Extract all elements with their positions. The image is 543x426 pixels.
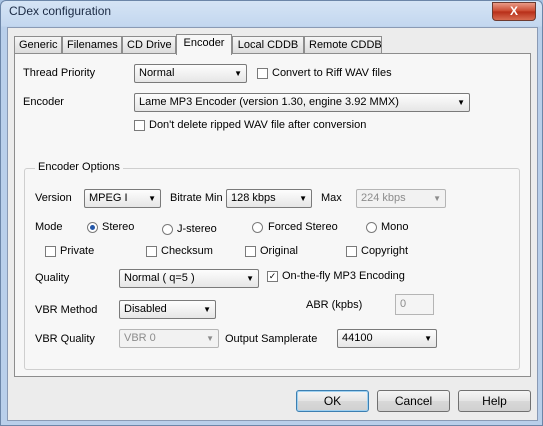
- vbr-quality-value: VBR 0: [124, 332, 156, 344]
- thread-priority-value: Normal: [139, 67, 175, 79]
- on-the-fly-checkbox[interactable]: ✓: [267, 271, 278, 282]
- cancel-button[interactable]: Cancel: [377, 390, 450, 412]
- original-checkbox[interactable]: [245, 246, 256, 257]
- chevron-down-icon: ▼: [457, 98, 465, 107]
- version-label: Version: [35, 192, 72, 204]
- chevron-down-icon: ▼: [234, 69, 242, 78]
- bitrate-min-label: Bitrate Min: [170, 192, 223, 204]
- abr-label: ABR (kpbs): [306, 299, 363, 311]
- quality-select[interactable]: Normal ( q=5 ) ▼: [119, 269, 259, 288]
- vbr-method-value: Disabled: [124, 303, 167, 315]
- vbr-method-select[interactable]: Disabled ▼: [119, 300, 216, 319]
- output-samplerate-value: 44100: [342, 332, 373, 344]
- private-checkbox[interactable]: [45, 246, 56, 257]
- output-samplerate-label: Output Samplerate: [225, 333, 318, 345]
- dialog-client: Generic Filenames CD Drive Encoder Local…: [7, 27, 538, 421]
- ok-button[interactable]: OK: [296, 390, 369, 412]
- checksum-checkbox[interactable]: [146, 246, 157, 257]
- mode-forced-stereo-label: Forced Stereo: [268, 221, 338, 233]
- tab-filenames[interactable]: Filenames: [62, 36, 122, 53]
- abr-input[interactable]: 0: [395, 294, 434, 315]
- vbr-method-label: VBR Method: [35, 304, 98, 316]
- convert-riff-checkbox[interactable]: [257, 68, 268, 79]
- bitrate-min-value: 128 kbps: [231, 192, 276, 204]
- dont-delete-checkbox[interactable]: [134, 120, 145, 131]
- bitrate-max-select[interactable]: 224 kbps ▼: [356, 189, 446, 208]
- title-bar[interactable]: CDex configuration X: [1, 1, 542, 23]
- output-samplerate-select[interactable]: 44100 ▼: [337, 329, 437, 348]
- chevron-down-icon: ▼: [424, 334, 432, 343]
- checksum-label: Checksum: [161, 245, 213, 257]
- bitrate-max-value: 224 kbps: [361, 192, 406, 204]
- quality-value: Normal ( q=5 ): [124, 272, 195, 284]
- encoder-options-title: Encoder Options: [35, 161, 123, 173]
- private-label: Private: [60, 245, 95, 257]
- chevron-down-icon: ▼: [206, 334, 214, 343]
- help-button[interactable]: Help: [458, 390, 531, 412]
- bitrate-min-select[interactable]: 128 kbps ▼: [226, 189, 312, 208]
- original-label: Original: [260, 245, 298, 257]
- tab-remote-cddb[interactable]: Remote CDDB: [304, 36, 382, 53]
- mode-stereo-label: Stereo: [102, 221, 135, 233]
- version-select[interactable]: MPEG I ▼: [84, 189, 161, 208]
- encoder-value: Lame MP3 Encoder (version 1.30, engine 3…: [139, 96, 399, 108]
- chevron-down-icon: ▼: [148, 194, 156, 203]
- mode-jstereo-radio[interactable]: [162, 224, 173, 235]
- chevron-down-icon: ▼: [203, 305, 211, 314]
- chevron-down-icon: ▼: [299, 194, 307, 203]
- chevron-down-icon: ▼: [433, 194, 441, 203]
- checkmark-icon: ✓: [268, 271, 277, 281]
- encoder-select[interactable]: Lame MP3 Encoder (version 1.30, engine 3…: [134, 93, 470, 112]
- quality-label: Quality: [35, 272, 70, 284]
- tab-local-cddb[interactable]: Local CDDB: [232, 36, 304, 53]
- mode-jstereo-label: J-stereo: [177, 223, 217, 235]
- mode-label: Mode: [35, 221, 63, 233]
- mode-stereo-radio[interactable]: [87, 222, 98, 233]
- convert-riff-label: Convert to Riff WAV files: [272, 67, 392, 79]
- close-button[interactable]: X: [492, 2, 536, 21]
- vbr-quality-select[interactable]: VBR 0 ▼: [119, 329, 219, 348]
- on-the-fly-label: On-the-fly MP3 Encoding: [282, 270, 405, 282]
- thread-priority-select[interactable]: Normal ▼: [134, 64, 247, 83]
- close-icon: X: [509, 4, 518, 18]
- vbr-quality-label: VBR Quality: [35, 333, 95, 345]
- tab-generic[interactable]: Generic: [14, 36, 62, 53]
- tab-cd-drive[interactable]: CD Drive: [122, 36, 176, 53]
- encoder-label: Encoder: [23, 96, 64, 108]
- bitrate-max-label: Max: [321, 192, 342, 204]
- mode-mono-radio[interactable]: [366, 222, 377, 233]
- copyright-checkbox[interactable]: [346, 246, 357, 257]
- dont-delete-label: Don't delete ripped WAV file after conve…: [149, 119, 367, 131]
- tab-encoder[interactable]: Encoder: [176, 34, 232, 55]
- copyright-label: Copyright: [361, 245, 409, 257]
- mode-forced-stereo-radio[interactable]: [252, 222, 263, 233]
- mode-mono-label: Mono: [381, 221, 409, 233]
- version-value: MPEG I: [89, 192, 128, 204]
- chevron-down-icon: ▼: [246, 274, 254, 283]
- window-title: CDex configuration: [9, 4, 112, 18]
- encoder-options-group: Encoder Options Version MPEG I ▼ Bitrate…: [24, 161, 520, 370]
- encoder-tab-panel: Thread Priority Normal ▼ Convert to Riff…: [14, 53, 531, 377]
- thread-priority-label: Thread Priority: [23, 67, 96, 79]
- cdex-config-window: CDex configuration X Generic Filenames C…: [0, 0, 543, 426]
